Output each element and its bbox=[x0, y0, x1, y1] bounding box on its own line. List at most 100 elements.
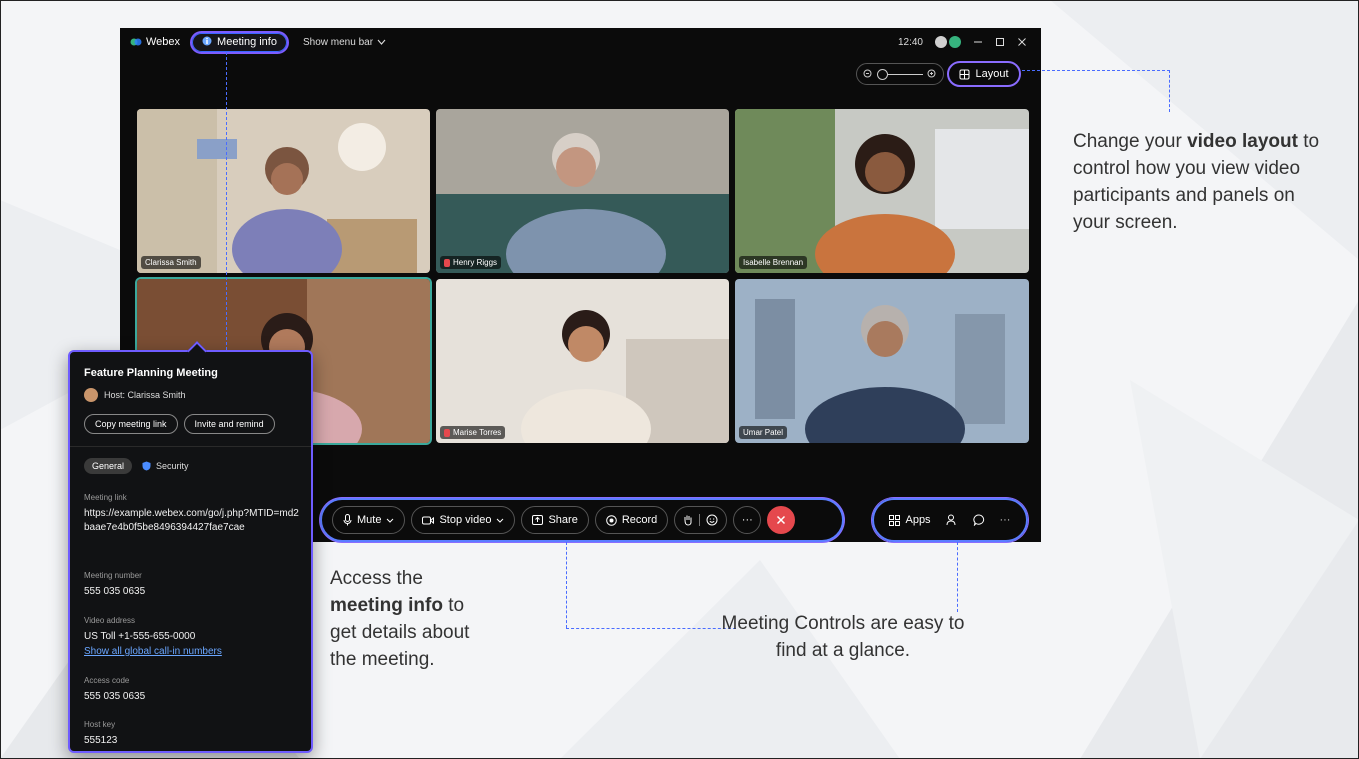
meeting-number-value: 555 035 0635 bbox=[84, 586, 146, 597]
close-icon bbox=[777, 515, 786, 525]
minimize-icon[interactable] bbox=[973, 37, 983, 47]
meeting-number-section: Meeting number 555 035 0635 bbox=[84, 569, 302, 598]
meeting-info-button[interactable]: Meeting info bbox=[190, 30, 289, 54]
info-annotation-bold: meeting info bbox=[330, 595, 443, 616]
participant-name-badge: Clarissa Smith bbox=[141, 256, 201, 269]
share-label: Share bbox=[548, 514, 578, 526]
layout-annotation-text: Change your bbox=[1073, 131, 1188, 152]
participant-name-badge: Isabelle Brennan bbox=[739, 256, 808, 269]
layout-label: Layout bbox=[975, 68, 1009, 80]
video-tile[interactable]: Umar Patel bbox=[735, 279, 1029, 443]
raise-hand-icon[interactable] bbox=[683, 514, 693, 526]
apps-grid-icon bbox=[889, 514, 901, 526]
invite-and-remind-button[interactable]: Invite and remind bbox=[183, 414, 275, 434]
layout-button[interactable]: Layout bbox=[947, 61, 1021, 87]
meeting-info-annotation: Access the meeting info to get details a… bbox=[330, 565, 480, 673]
host-key-section: Host key 555123 bbox=[84, 718, 302, 747]
participant-name: Clarissa Smith bbox=[145, 258, 197, 267]
apps-connector bbox=[957, 542, 958, 612]
zoom-out-icon[interactable] bbox=[863, 69, 873, 79]
muted-mic-icon bbox=[444, 258, 450, 267]
show-menu-bar-label: Show menu bar bbox=[302, 36, 374, 48]
host-name: Host: Clarissa Smith bbox=[104, 390, 186, 400]
meeting-info-connector bbox=[226, 52, 227, 350]
meeting-link-value[interactable]: https://example.webex.com/go/j.php?MTID=… bbox=[84, 507, 302, 535]
participant-name: Isabelle Brennan bbox=[743, 258, 804, 267]
chevron-down-icon[interactable] bbox=[496, 518, 504, 523]
host-key-label: Host key bbox=[84, 720, 116, 729]
panel-actions: Copy meeting link Invite and remind bbox=[84, 414, 275, 434]
record-icon bbox=[606, 514, 617, 526]
tab-general[interactable]: General bbox=[84, 458, 133, 474]
host-key-value: 555123 bbox=[84, 735, 118, 746]
info-annotation-text: Access the bbox=[330, 568, 423, 589]
participant-video bbox=[735, 109, 1029, 273]
layout-annotation: Change your video layout to control how … bbox=[1073, 128, 1333, 236]
share-icon bbox=[532, 515, 544, 525]
video-tile[interactable]: Clarissa Smith bbox=[137, 109, 430, 273]
apps-label: Apps bbox=[905, 514, 931, 526]
layout-connector bbox=[1022, 70, 1170, 71]
participant-name-badge: Marise Torres bbox=[440, 426, 506, 439]
more-panels-button[interactable]: ··· bbox=[999, 514, 1010, 526]
muted-mic-icon bbox=[444, 428, 450, 437]
user-avatar-icon[interactable] bbox=[935, 36, 947, 48]
video-tile[interactable]: Isabelle Brennan bbox=[735, 109, 1029, 273]
meeting-link-label: Meeting link bbox=[84, 493, 127, 502]
tab-security[interactable]: Security bbox=[142, 461, 189, 471]
leave-meeting-button[interactable] bbox=[767, 506, 796, 534]
show-menu-bar-button[interactable]: Show menu bar bbox=[303, 37, 386, 48]
zoom-in-icon[interactable] bbox=[927, 69, 937, 79]
video-tile[interactable]: Marise Torres bbox=[436, 279, 729, 443]
more-options-button[interactable]: ··· bbox=[733, 506, 762, 534]
divider bbox=[70, 446, 311, 447]
chevron-down-icon[interactable] bbox=[386, 518, 394, 523]
participant-name: Henry Riggs bbox=[453, 258, 498, 267]
video-tile[interactable]: Henry Riggs bbox=[436, 109, 729, 273]
more-options-label: ··· bbox=[741, 514, 753, 526]
participant-video bbox=[137, 109, 430, 273]
record-button[interactable]: Record bbox=[594, 506, 669, 534]
chat-icon[interactable] bbox=[972, 514, 985, 526]
controls-connector-line bbox=[566, 628, 736, 629]
apps-controls-bar: Apps ··· bbox=[872, 498, 1028, 542]
meeting-controls-bar: Mute Stop video Share Record ··· bbox=[320, 498, 844, 542]
brand-label: Webex bbox=[146, 36, 181, 48]
meeting-info-label: Meeting info bbox=[217, 36, 277, 48]
participants-icon[interactable] bbox=[946, 514, 958, 526]
close-icon[interactable] bbox=[1017, 37, 1027, 47]
access-code-label: Access code bbox=[84, 676, 130, 685]
stop-video-button[interactable]: Stop video bbox=[411, 506, 516, 534]
maximize-icon[interactable] bbox=[995, 37, 1005, 47]
title-bar-right: 12:40 bbox=[898, 36, 1027, 48]
participant-video bbox=[436, 279, 729, 443]
copy-meeting-link-button[interactable]: Copy meeting link bbox=[84, 414, 178, 434]
zoom-knob[interactable] bbox=[877, 68, 888, 80]
access-code-value: 555 035 0635 bbox=[84, 691, 146, 702]
layout-connector-drop bbox=[1169, 70, 1170, 112]
microphone-icon bbox=[343, 514, 352, 526]
camera-icon bbox=[422, 516, 435, 524]
layout-annotation-bold: video layout bbox=[1187, 131, 1298, 152]
title-bar: Webex Meeting info Show menu bar 12:40 bbox=[120, 28, 1041, 56]
share-button[interactable]: Share bbox=[521, 506, 589, 534]
video-address-section: Video address US Toll +1-555-655-0000 Sh… bbox=[84, 614, 302, 658]
zoom-track[interactable] bbox=[877, 68, 923, 80]
reactions-icon[interactable] bbox=[706, 514, 718, 526]
global-call-in-numbers-link[interactable]: Show all global call-in numbers bbox=[84, 645, 302, 658]
presence-icon bbox=[949, 36, 961, 48]
mute-button[interactable]: Mute bbox=[332, 506, 406, 534]
controls-connector bbox=[566, 542, 567, 628]
video-address-value: US Toll +1-555-655-0000 bbox=[84, 631, 196, 642]
meeting-number-label: Meeting number bbox=[84, 571, 142, 580]
mute-label: Mute bbox=[357, 514, 382, 526]
webex-logo-icon bbox=[130, 38, 142, 46]
participant-name: Umar Patel bbox=[743, 428, 784, 437]
zoom-slider[interactable] bbox=[856, 63, 944, 85]
meeting-info-icon bbox=[202, 36, 212, 49]
apps-button[interactable]: Apps bbox=[889, 514, 931, 526]
reactions-group bbox=[674, 506, 728, 534]
webex-brand: Webex bbox=[130, 36, 180, 48]
participant-name-badge: Umar Patel bbox=[739, 426, 788, 439]
shield-icon bbox=[142, 461, 151, 471]
